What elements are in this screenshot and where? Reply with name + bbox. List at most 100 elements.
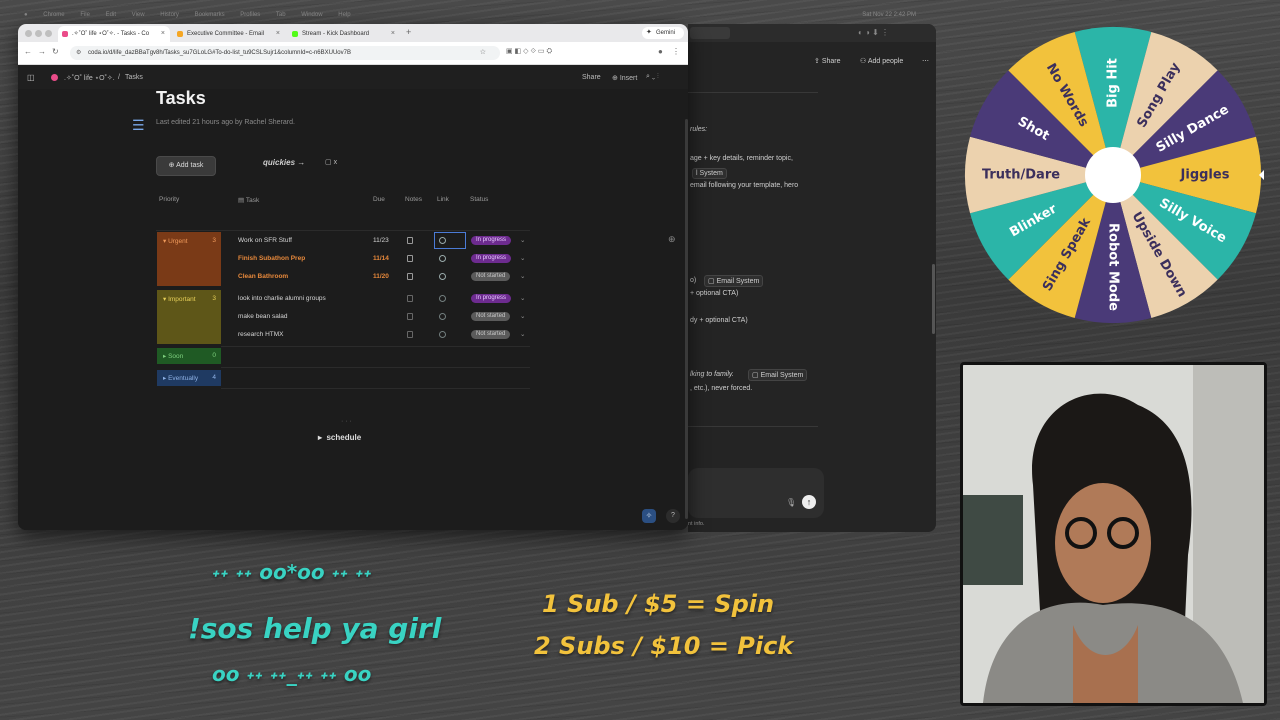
site-info-icon[interactable]: ⚙ — [76, 46, 81, 60]
email-system-tag[interactable]: l System — [692, 168, 727, 179]
email-system-tag[interactable]: ▢ Email System — [704, 275, 764, 287]
task-name[interactable]: Work on SFR Stuff — [238, 237, 292, 244]
due-date[interactable]: 11/20 — [373, 273, 389, 280]
menu-window[interactable]: Window — [301, 12, 322, 18]
microphone-icon[interactable]: 🎙 — [786, 498, 796, 507]
group-urgent[interactable]: ▾ Urgent 3 — [157, 232, 221, 286]
chevron-down-icon[interactable]: ⌄ — [520, 272, 525, 280]
link-globe-icon[interactable] — [439, 237, 446, 244]
menu-chrome[interactable]: Chrome — [43, 12, 64, 18]
close-tab-icon[interactable]: × — [276, 26, 280, 42]
bookmark-star-icon[interactable]: ☆ — [480, 46, 486, 60]
sidebar-toggle-icon[interactable]: ◫ — [27, 73, 35, 82]
back-icon[interactable]: ← — [24, 47, 32, 56]
chevron-down-icon[interactable]: ⌄ — [520, 330, 525, 338]
link-globe-icon[interactable] — [439, 313, 446, 320]
chat-tab[interactable] — [690, 27, 730, 39]
menu-tab[interactable]: Tab — [276, 12, 286, 18]
send-arrow-icon[interactable]: ↑ — [802, 495, 816, 509]
menu-edit[interactable]: Edit — [106, 12, 116, 18]
link-globe-icon[interactable] — [439, 295, 446, 302]
breadcrumb-page[interactable]: Tasks — [125, 74, 143, 81]
chat-window-controls-icon[interactable]: ◐ ◑ ⬇ ⋮ — [858, 28, 889, 37]
ai-assistant-icon[interactable]: ✧ — [642, 509, 656, 523]
chat-input-box[interactable]: 🎙 ↑ — [688, 468, 824, 518]
menu-file[interactable]: File — [80, 12, 90, 18]
menu-history[interactable]: History — [160, 12, 179, 18]
notes-icon[interactable] — [407, 295, 413, 302]
profile-avatar-icon[interactable]: ● — [658, 47, 663, 56]
group-important[interactable]: ▾ Important 3 — [157, 290, 221, 344]
status-pill[interactable]: Not started — [471, 330, 511, 339]
column-due[interactable]: Due — [373, 196, 385, 203]
help-button[interactable]: ? — [666, 509, 680, 523]
gemini-button[interactable]: ✦ Gemini — [642, 27, 684, 39]
zoom-window-icon[interactable] — [45, 30, 52, 37]
due-date[interactable]: 11/23 — [373, 237, 389, 244]
minimize-window-icon[interactable] — [35, 30, 42, 37]
schedule-section-toggle[interactable]: ▸ schedule — [318, 433, 361, 442]
status-pill[interactable]: In progress — [471, 254, 512, 263]
close-tab-icon[interactable]: × — [161, 26, 165, 42]
column-link[interactable]: Link — [437, 196, 449, 203]
chevron-down-icon[interactable]: ⌄ — [520, 312, 525, 320]
chrome-menu-icon[interactable]: ⋮ — [672, 47, 680, 56]
group-eventually[interactable]: ▸ Eventually 4 — [157, 370, 221, 386]
notes-icon[interactable] — [407, 237, 413, 244]
menu-profiles[interactable]: Profiles — [240, 12, 260, 18]
link-globe-icon[interactable] — [439, 273, 446, 280]
task-name[interactable]: look into charlie alumni groups — [238, 295, 326, 302]
notes-icon[interactable] — [407, 331, 413, 338]
link-globe-icon[interactable] — [439, 255, 446, 262]
tab-coda-tasks[interactable]: .✧˚O˚ life ⋆O˚✧. - Tasks - Co × — [58, 26, 170, 42]
add-task-button[interactable]: ⊕ Add task — [156, 156, 216, 176]
reload-icon[interactable]: ↻ — [52, 47, 59, 56]
status-pill[interactable]: In progress — [471, 294, 512, 303]
notes-icon[interactable] — [407, 255, 413, 262]
tab-kick-dashboard[interactable]: Stream - Kick Dashboard × — [288, 26, 400, 42]
quickies-checkbox[interactable]: ▢ x — [325, 158, 337, 166]
search-icon[interactable]: ⌕ ⌄ ⋮ — [646, 73, 659, 81]
add-comment-icon[interactable]: ⊕ — [668, 234, 676, 245]
quickies-link[interactable]: quickies → — [263, 158, 305, 167]
notes-icon[interactable] — [407, 313, 413, 320]
task-name[interactable]: Clean Bathroom — [238, 273, 288, 280]
email-system-tag[interactable]: ▢ Email System — [748, 369, 808, 381]
apple-icon[interactable]: ● — [24, 12, 28, 18]
task-name[interactable]: Finish Subathon Prep — [238, 255, 305, 262]
menubar-clock[interactable]: Sat Nov 22 2:42 PM — [862, 12, 916, 18]
chat-share-button[interactable]: ⇪ Share — [814, 57, 841, 65]
status-pill[interactable]: Not started — [471, 312, 511, 321]
due-date[interactable]: 11/14 — [373, 255, 389, 262]
url-input[interactable]: ⚙ coda.io/d/life_dazBBaTgv8h/Tasks_su7GL… — [70, 46, 500, 60]
close-tab-icon[interactable]: × — [391, 26, 395, 42]
chevron-down-icon[interactable]: ⌄ — [520, 254, 525, 262]
task-name[interactable]: make bean salad — [238, 313, 288, 320]
group-soon[interactable]: ▸ Soon 0 — [157, 348, 221, 364]
column-notes[interactable]: Notes — [405, 196, 422, 203]
tab-executive-committee[interactable]: Executive Committee - Email × — [173, 26, 285, 42]
forward-icon[interactable]: → — [38, 47, 46, 56]
status-pill[interactable]: Not started — [471, 272, 511, 281]
insert-button[interactable]: ⊕ Insert — [612, 74, 637, 82]
chevron-down-icon[interactable]: ⌄ — [520, 236, 525, 244]
share-button[interactable]: Share — [582, 74, 601, 81]
menu-help[interactable]: Help — [338, 12, 350, 18]
chat-add-people-button[interactable]: ⚇ Add people — [860, 57, 903, 65]
column-status[interactable]: Status — [470, 196, 488, 203]
extensions-icons[interactable]: ▣ ◧ ◇ ⟐ ▭ ⛭ — [506, 47, 552, 56]
status-pill[interactable]: In progress — [471, 236, 512, 245]
task-name[interactable]: research HTMX — [238, 331, 284, 338]
column-task[interactable]: ▤ Task — [238, 196, 259, 204]
chat-more-icon[interactable]: ⋯ — [922, 57, 929, 65]
menu-bookmarks[interactable]: Bookmarks — [195, 12, 225, 18]
chevron-down-icon[interactable]: ⌄ — [520, 294, 525, 302]
chat-scrollbar[interactable] — [932, 264, 935, 334]
close-window-icon[interactable] — [25, 30, 32, 37]
page-scrollbar[interactable] — [685, 119, 688, 519]
menu-view[interactable]: View — [132, 12, 145, 18]
link-globe-icon[interactable] — [439, 331, 446, 338]
notes-icon[interactable] — [407, 273, 413, 280]
breadcrumb-doc[interactable]: .✧˚O˚ life ⋆O˚✧. — [64, 74, 115, 82]
new-tab-icon[interactable]: + — [406, 27, 411, 37]
